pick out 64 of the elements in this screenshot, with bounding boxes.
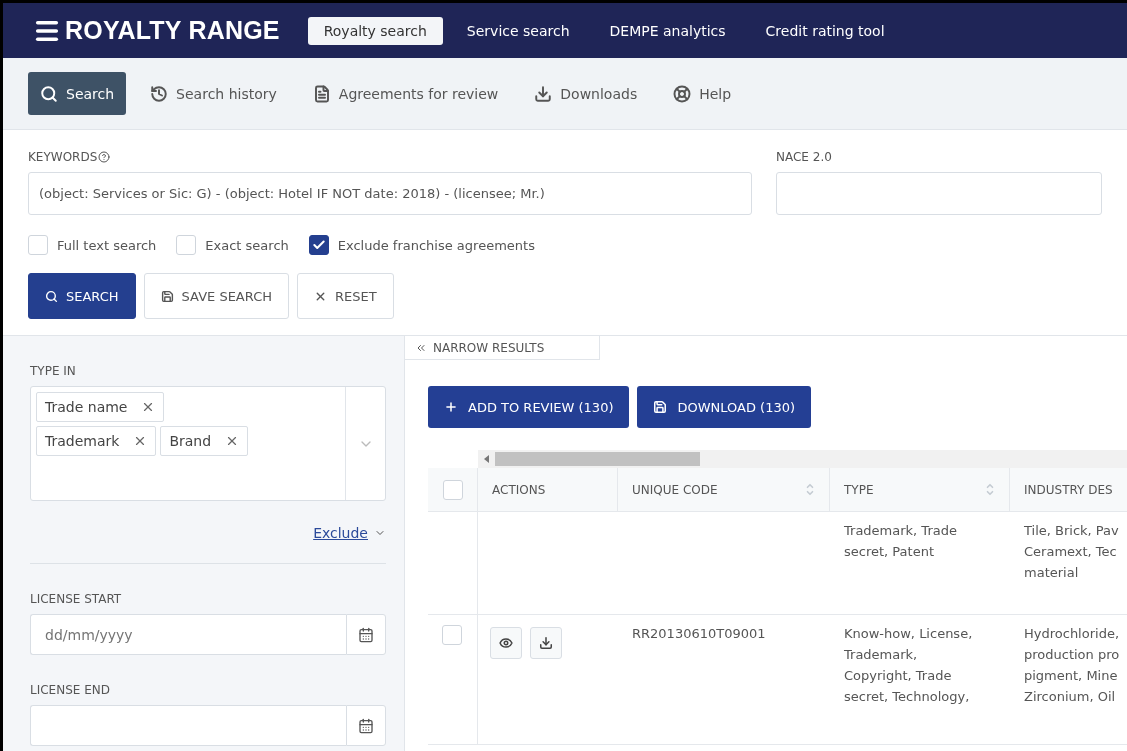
form-button[interactable]: SEARCH [28,273,136,319]
tag: Trademark [36,426,157,456]
nav-tab[interactable]: DEMPE analytics [593,16,742,45]
type-multiselect[interactable]: Trade name Trademark Brand [30,386,386,501]
checkbox-label: Exact search [205,237,289,253]
history-icon [150,84,169,103]
eye-icon [499,636,513,650]
help-icon[interactable] [98,151,111,163]
table-cell-text: Know-how, License, Trademark, Copyright, Trade secret, Technology, [843,625,974,706]
document-icon [312,84,331,103]
nace-field[interactable] [776,172,1102,215]
calendar-button[interactable] [346,614,386,655]
form-button[interactable]: RESET [297,273,394,319]
date-field[interactable] [30,705,346,746]
field-label: KEYWORDS [28,150,98,164]
table-cell-text: RR20130610T09001 [631,625,767,643]
calendar-button[interactable] [346,705,386,746]
calendar-icon [358,717,374,734]
checkbox-label: Exclude franchise agreements [337,237,535,253]
horizontal-scrollbar[interactable] [478,450,1127,468]
checkbox[interactable] [308,235,329,255]
toolbar-item[interactable]: Search [28,72,127,115]
toolbar-item[interactable]: Search history [138,72,289,115]
toolbar-item[interactable]: Help [661,72,744,115]
download-icon [534,84,553,103]
column-header[interactable]: INDUSTRY DES [1010,468,1127,511]
lifebuoy-icon [673,84,692,103]
field-label: NACE 2.0 [776,150,833,164]
select-all-checkbox[interactable] [442,479,463,500]
nav-tab[interactable]: Royalty search [307,16,443,45]
form-button[interactable]: SAVE SEARCH [143,273,289,319]
toolbar-item[interactable]: Downloads [522,72,650,115]
search-icon [45,289,58,303]
row-checkbox[interactable] [442,625,462,645]
download-button[interactable] [530,627,562,659]
action-button[interactable]: DOWNLOAD (130) [637,386,812,428]
tag: Brand [160,426,249,456]
exclude-link[interactable]: Exclude [313,525,368,541]
column-header[interactable]: ACTIONS [478,468,618,511]
table-cell-text: Trademark, Trade secret, Patent [843,522,958,561]
toolbar-item[interactable]: Agreements for review [300,72,511,115]
field-label: LICENSE START [30,592,123,606]
tag: Trade name [36,392,165,422]
action-button[interactable]: ADD TO REVIEW (130) [428,386,630,428]
date-field[interactable]: dd/mm/yyyy [30,614,346,655]
nav-tab[interactable]: Service search [450,16,586,45]
search-icon [40,84,58,103]
logo: ROYALTY RANGE [65,16,280,45]
field-label: LICENSE END [30,683,111,697]
calendar-icon [358,626,374,643]
field-label: TYPE IN [30,364,77,378]
checkbox-label: Full text search [57,237,157,253]
keywords-field[interactable]: (object: Services or Sic: G) - (object: Hotel IF NOT date: 2018) - (licensee; Mr.) [28,172,752,215]
table-cell-text: Hydrochloride, production pro pigment, Mine Zirconium, Oil [1023,625,1121,706]
column-header[interactable]: UNIQUE CODE [618,468,830,511]
narrow-results-tab[interactable]: NARROW RESULTS [405,336,600,360]
plus-icon [444,400,458,414]
column-header[interactable]: TYPE [830,468,1010,511]
table-cell-text: Tile, Brick, Pav Ceramext, Tec material [1023,522,1120,582]
nav-tab[interactable]: Credit rating tool [749,16,901,45]
view-button[interactable] [490,627,522,659]
download-icon [539,636,553,650]
scroll-left-icon[interactable] [484,455,489,463]
check-icon [311,238,326,252]
